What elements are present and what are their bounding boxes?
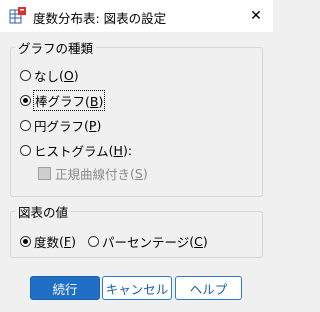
radio-bar-label: 棒グラフ — [35, 94, 86, 109]
checkbox-box[interactable] — [38, 167, 51, 180]
cancel-button[interactable]: キャンセル — [102, 276, 172, 300]
close-button[interactable]: ✕ — [241, 2, 271, 30]
radio-bar-chart[interactable]: 棒グラフ(B) — [20, 90, 106, 111]
app-icon — [9, 7, 26, 24]
radio-percentage-key: C — [194, 234, 203, 249]
normal-curve-key: S — [134, 166, 143, 181]
radio-none-label: なし — [34, 69, 60, 84]
radio-histogram[interactable]: ヒストグラム(H): — [20, 141, 132, 160]
radio-bar-focus: 棒グラフ(B) — [32, 90, 106, 111]
title-bar: 度数分布表: 図表の設定 ✕ — [0, 0, 273, 32]
normal-curve-checkbox[interactable]: 正規曲線付き(S) — [38, 164, 148, 183]
radio-pie-key: P — [88, 118, 97, 133]
radio-circle-selected[interactable] — [20, 95, 31, 106]
continue-button[interactable]: 続行 — [30, 276, 100, 300]
close-icon: ✕ — [250, 8, 262, 24]
chart-values-legend: 図表の値 — [18, 205, 69, 220]
radio-circle[interactable] — [88, 236, 99, 247]
radio-percentage[interactable]: パーセンテージ(C) — [88, 232, 208, 251]
normal-curve-label: 正規曲線付き — [55, 167, 131, 182]
radio-pie-chart[interactable]: 円グラフ(P) — [20, 116, 101, 135]
radio-pie-label: 円グラフ — [34, 119, 85, 134]
radio-histogram-label: ヒストグラム — [34, 144, 109, 159]
radio-circle[interactable] — [20, 120, 31, 131]
radio-percentage-label: パーセンテージ — [102, 235, 190, 250]
radio-circle-selected[interactable] — [20, 236, 31, 247]
chart-type-legend: グラフの種類 — [18, 41, 94, 56]
radio-frequency[interactable]: 度数(F) — [20, 232, 76, 251]
radio-frequency-key: F — [63, 234, 72, 249]
radio-frequency-label: 度数 — [34, 235, 60, 250]
radio-histogram-suffix: : — [127, 143, 133, 158]
radio-none[interactable]: なし(O) — [20, 66, 79, 85]
radio-circle[interactable] — [20, 70, 31, 81]
radio-bar-key: B — [89, 94, 99, 109]
window-title: 度数分布表: 図表の設定 — [33, 11, 167, 26]
radio-circle[interactable] — [20, 145, 31, 156]
radio-none-key: O — [63, 68, 74, 83]
radio-histogram-key: H — [113, 143, 123, 158]
help-button[interactable]: ヘルプ — [175, 276, 242, 300]
